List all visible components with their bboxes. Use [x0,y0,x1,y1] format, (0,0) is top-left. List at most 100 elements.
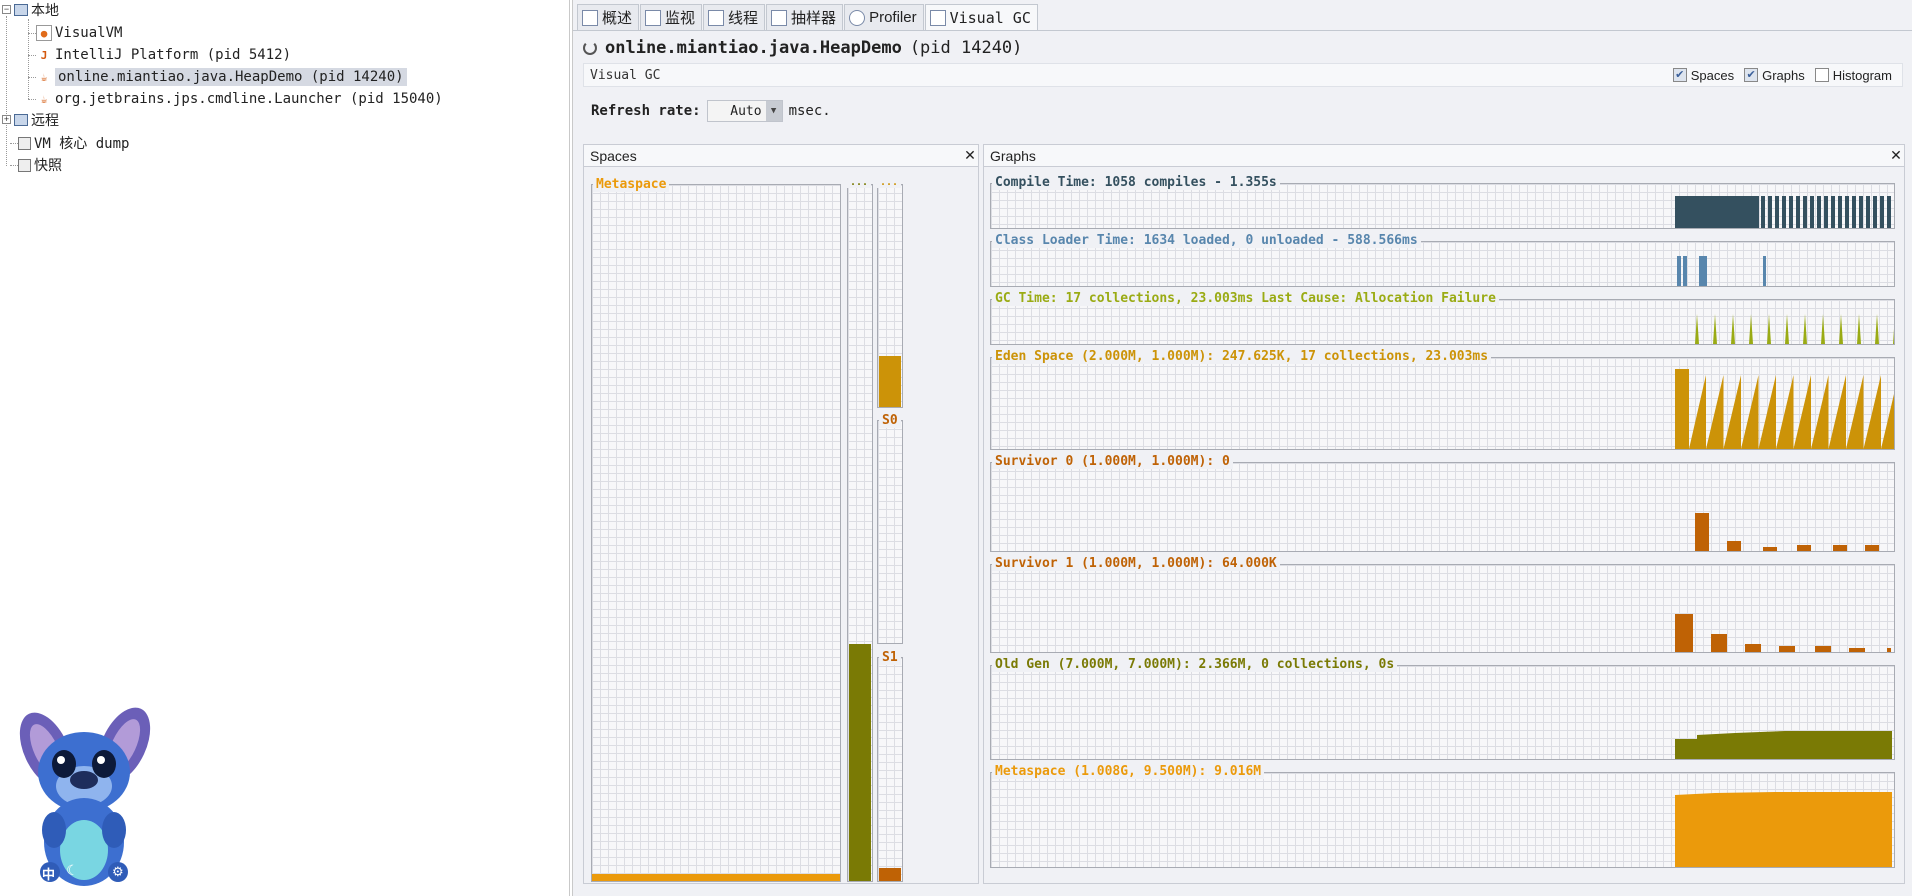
tab-label: 抽样器 [791,10,837,27]
collapse-icon[interactable]: − [2,5,11,14]
survivor-1-graph-label: Survivor 1 (1.000M, 1.000M): 64.000K [992,556,1280,571]
computer-icon [14,4,28,16]
metaspace-graph-label: Metaspace (1.008G, 9.500M): 9.016M [992,764,1265,779]
spaces-panel-title: Spaces [590,147,637,164]
spaces-panel: Spaces ✕ Metaspace ... ... S0 S1 [583,144,979,884]
tree-node-label: 快照 [34,157,62,173]
checkmark-icon: ✔ [1672,68,1687,82]
tab-monitor[interactable]: 监视 [640,4,703,30]
application-title: online.miantiao.java.HeapDemo (pid 14240… [583,38,1022,58]
s1-space-box [877,657,903,882]
old-gen-space-box [847,184,873,882]
tree-item-label: org.jetbrains.jps.cmdline.Launcher (pid … [55,91,443,107]
graphs-panel-title: Graphs [990,147,1036,164]
old-gen-graph [990,665,1895,760]
visual-gc-icon [929,9,946,26]
close-icon[interactable]: ✕ [1888,147,1904,164]
compile-time-graph-label: Compile Time: 1058 compiles - 1.355s [992,175,1280,190]
tab-overview[interactable]: 概述 [577,4,640,30]
eden-label: ... [877,177,902,188]
s0-label: S0 [879,413,901,428]
tree-item-visualvm[interactable]: ● VisualVM [36,23,122,43]
refresh-rate-value: Auto [730,103,762,119]
survivor-1-graph [990,564,1895,653]
tree-node-snapshot[interactable]: 快照 [18,155,62,175]
metaspace-series [1675,792,1892,867]
tree-line [28,19,29,99]
tree-line [28,33,36,34]
old-gen-label: ... [847,177,872,188]
tree-line [28,55,36,56]
intellij-icon: J [40,48,48,62]
tab-profiler[interactable]: Profiler [844,4,924,30]
tree-item-launcher[interactable]: ☕ org.jetbrains.jps.cmdline.Launcher (pi… [36,89,443,109]
old-gen-plot [1675,731,1892,759]
tree-node-local[interactable]: 本地 [14,0,59,20]
checkbox-empty-icon [1814,68,1829,82]
s1-label: S1 [879,650,901,665]
metaspace-space-box [591,184,841,882]
tree-item-label: online.miantiao.java.HeapDemo (pid 14240… [55,68,407,86]
tab-label: Visual GC [949,8,1031,27]
metaspace-plot [1675,792,1892,867]
close-icon[interactable]: ✕ [962,147,978,164]
eden-fill-bar [879,355,901,407]
ime-badge[interactable]: 中 [42,864,55,883]
globe-icon [14,114,28,126]
checkbox-label: Graphs [1762,67,1805,83]
spaces-checkbox[interactable]: ✔ Spaces [1672,67,1735,83]
class-loader-time-series [1677,256,1766,286]
survivor-0-plot [1695,513,1879,551]
survivor-1-plot [1675,614,1891,652]
eden-space-graph [990,357,1895,450]
checkbox-label: Spaces [1690,67,1735,83]
tree-line [6,16,7,166]
refresh-rate-select[interactable]: Auto ▼ [706,100,783,122]
spaces-panel-header: Spaces ✕ [584,145,978,167]
refresh-rate-row: Refresh rate: Auto ▼ msec. [591,100,831,122]
graphs-checkbox[interactable]: ✔ Graphs [1744,68,1805,83]
old-gen-series [1675,731,1892,759]
tab-visual-gc[interactable]: Visual GC [924,4,1038,30]
class-loader-time-plot [1677,256,1766,286]
metaspace-label: Metaspace [593,177,670,192]
stitch-mascot-image: 中 ☾ ⚙ [6,690,162,896]
tab-label: 监视 [665,10,696,27]
tab-bar: 概述 监视 线程 抽样器 Profiler Visual GC [577,4,1039,30]
histogram-checkbox[interactable]: Histogram [1814,68,1892,83]
chart-icon [645,9,662,26]
tree-line [28,77,36,78]
refresh-rate-label: Refresh rate: [591,103,701,119]
metaspace-fill-bar [592,874,840,881]
loading-spinner-icon [583,41,597,55]
metaspace-graph [990,772,1895,868]
graphs-panel: Graphs ✕ Compile Time: 1058 compiles - 1… [983,144,1905,884]
tree-node-label: 远程 [31,112,59,128]
graphs-panel-header: Graphs ✕ [984,145,1904,167]
tab-threads[interactable]: 线程 [703,4,766,30]
application-name: online.miantiao.java.HeapDemo [605,38,902,58]
old-gen-graph-label: Old Gen (7.000M, 7.000M): 2.366M, 0 coll… [992,657,1398,672]
survivor-0-graph-label: Survivor 0 (1.000M, 1.000M): 0 [992,454,1233,469]
tree-node-coredump[interactable]: VM 核心 dump [18,133,129,153]
java-icon: ☕ [40,70,48,84]
info-icon [582,9,598,26]
clock-icon [849,9,866,26]
tree-line [28,99,36,100]
survivor-1-series [1675,614,1891,652]
threads-icon [708,9,725,26]
gc-time-graph-label: GC Time: 17 collections, 23.003ms Last C… [992,291,1499,306]
eden-space-series [1675,369,1894,449]
tab-label: Profiler [869,9,917,26]
compile-time-plot [1675,196,1894,228]
expand-icon[interactable]: + [2,115,11,124]
tab-label: 线程 [728,10,759,27]
tree-item-heapdemo[interactable]: ☕ online.miantiao.java.HeapDemo (pid 142… [36,67,407,87]
tab-sampler[interactable]: 抽样器 [766,4,844,30]
tree-node-remote[interactable]: 远程 [14,110,59,130]
tree-item-intellij[interactable]: J IntelliJ Platform (pid 5412) [36,45,291,65]
s0-space-box [877,420,903,644]
settings-badge[interactable]: ⚙ [112,864,124,880]
class-loader-time-graph-label: Class Loader Time: 1634 loaded, 0 unload… [992,233,1421,248]
tab-divider [573,30,1912,31]
